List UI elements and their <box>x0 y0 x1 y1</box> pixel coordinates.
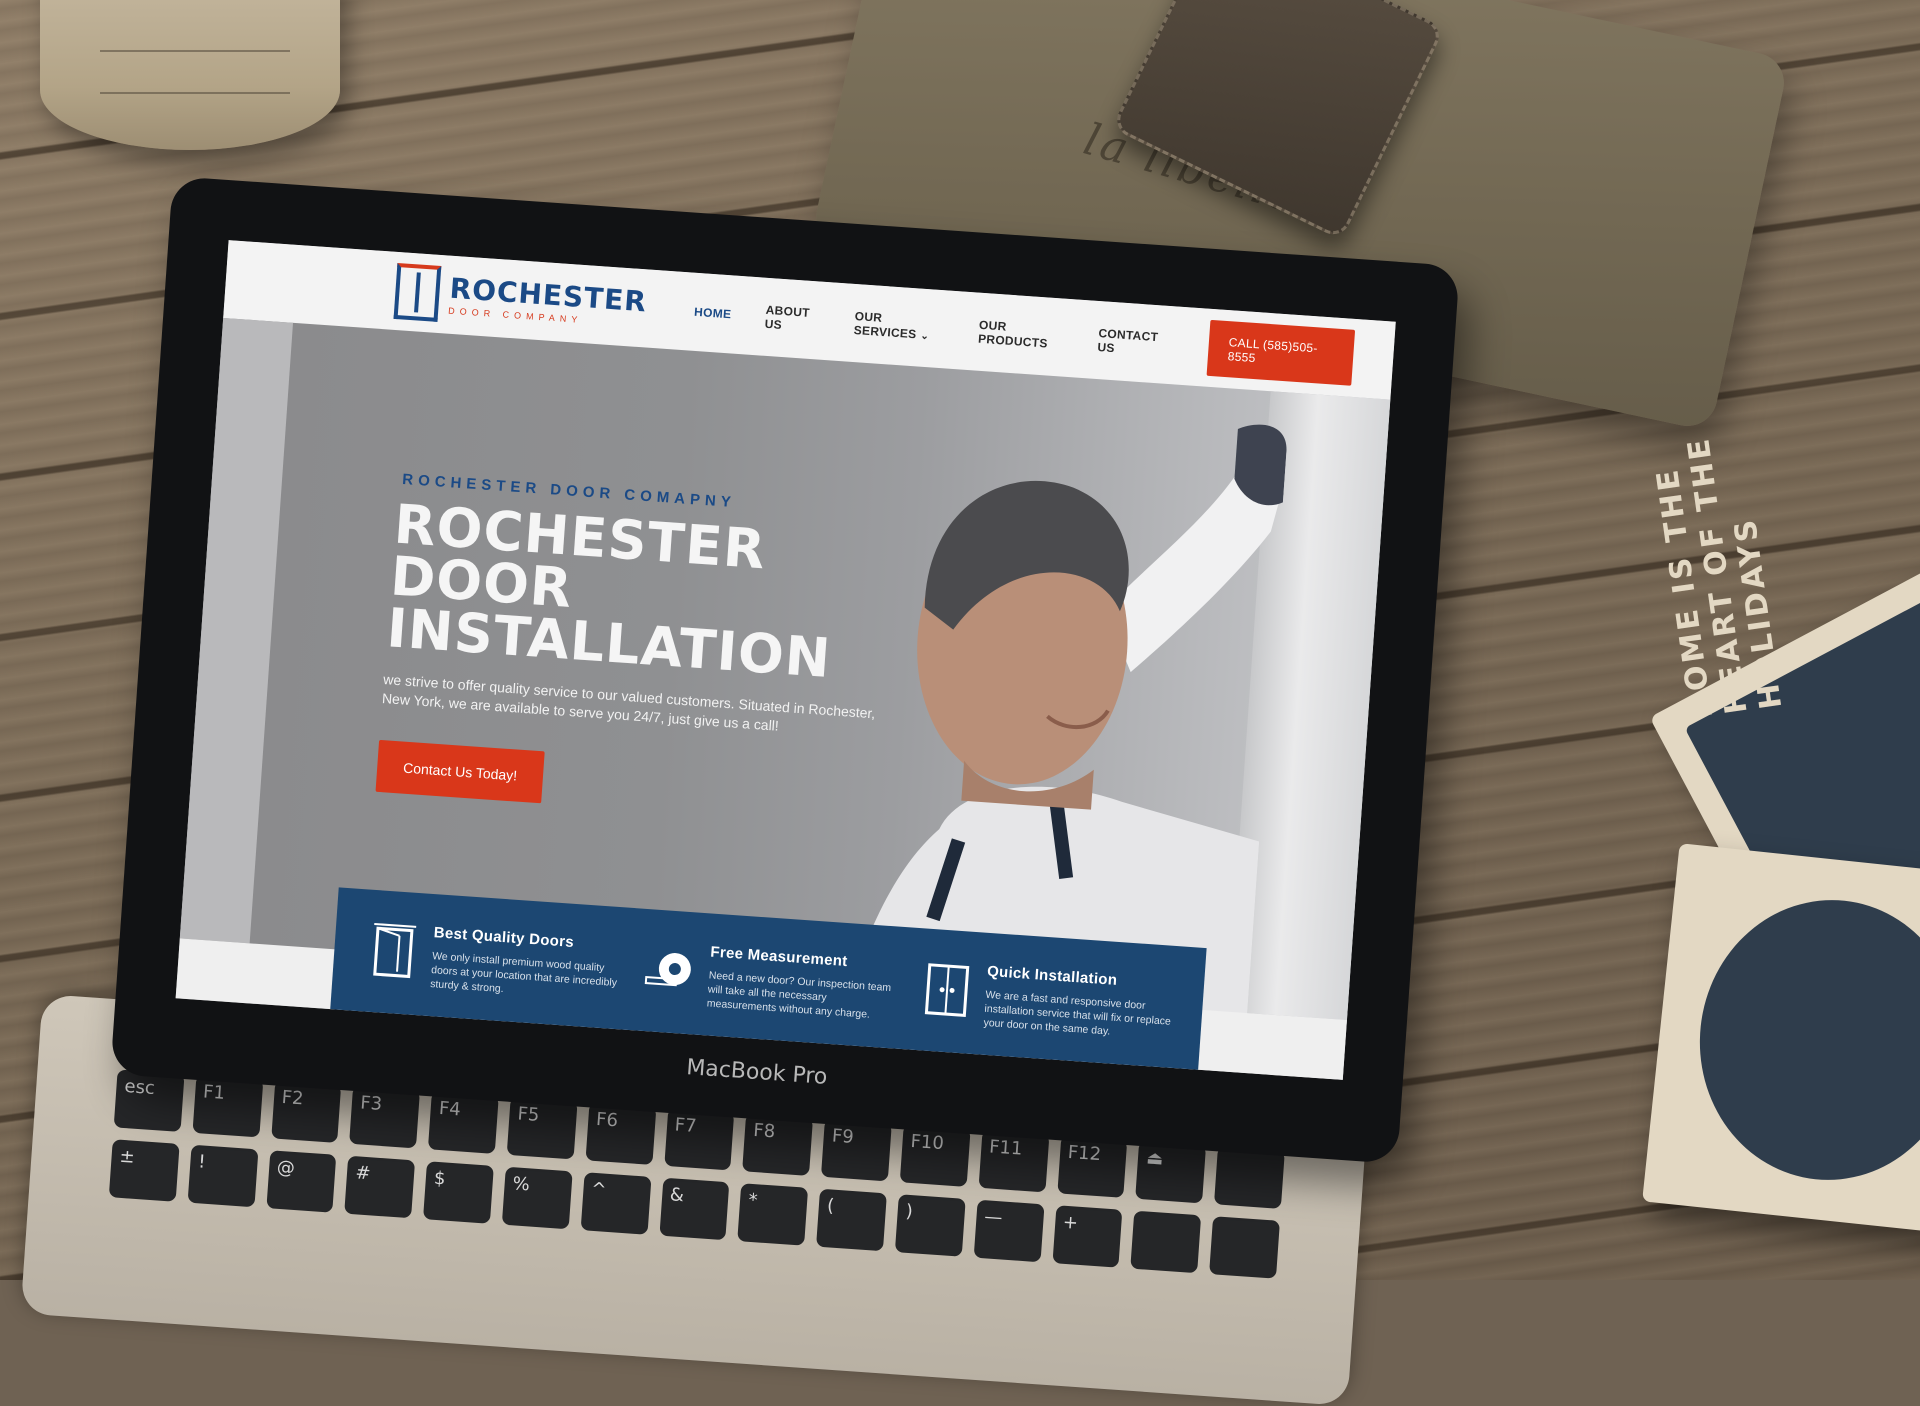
keyboard-key[interactable]: % <box>501 1166 573 1230</box>
feature-text: We are a fast and responsive door instal… <box>983 988 1172 1038</box>
feature-quality-body: Best Quality Doors We only install premi… <box>426 924 621 1057</box>
coaster-bottom <box>1642 843 1920 1237</box>
laptop-lid: ROCHESTER DOOR COMPANY HOME ABOUT US OUR… <box>110 176 1460 1164</box>
keyboard-key[interactable]: F8 <box>742 1113 814 1176</box>
nav-products[interactable]: OUR PRODUCTS <box>978 318 1065 352</box>
keyboard-key[interactable]: @ <box>265 1150 337 1213</box>
feature-installation-body: Quick Installation We are a fast and res… <box>979 963 1174 1080</box>
nav-services[interactable]: OUR SERVICES ⌄ <box>853 309 945 343</box>
hero-section: ROCHESTER DOOR COMAPNY ROCHESTER DOOR IN… <box>175 317 1391 1080</box>
feature-installation: Quick Installation We are a fast and res… <box>916 958 1175 1080</box>
keyboard-key[interactable]: ( <box>816 1188 887 1252</box>
door-icon <box>373 922 417 979</box>
hero-wall-strip <box>179 317 294 944</box>
keyboard-key[interactable]: F1 <box>192 1074 263 1138</box>
keyboard-key[interactable]: esc <box>113 1069 185 1132</box>
jar-label <box>100 50 290 94</box>
keyboard-key[interactable]: ^ <box>580 1172 652 1235</box>
keyboard-key[interactable]: F6 <box>585 1102 656 1165</box>
nav-about[interactable]: ABOUT US <box>764 303 821 335</box>
keyboard-key[interactable]: — <box>973 1199 1045 1263</box>
keyboard-key[interactable]: F11 <box>978 1129 1050 1193</box>
nav-contact[interactable]: CONTACT US <box>1097 326 1167 359</box>
chevron-down-icon: ⌄ <box>920 330 930 343</box>
website-screen: ROCHESTER DOOR COMPANY HOME ABOUT US OUR… <box>175 240 1396 1080</box>
coaster-print <box>1686 887 1920 1193</box>
feature-title: Free Measurement <box>709 943 849 971</box>
call-button[interactable]: CALL (585)505-8555 <box>1206 319 1356 386</box>
keyboard-key[interactable]: * <box>737 1183 809 1246</box>
keyboard-key[interactable]: ! <box>187 1144 259 1208</box>
main-nav: HOME ABOUT US OUR SERVICES ⌄ OUR PRODUCTS… <box>693 298 1167 359</box>
keyboard-key[interactable]: & <box>659 1177 730 1241</box>
keyboard-key[interactable]: F7 <box>663 1107 735 1171</box>
keyboard-key[interactable]: $ <box>423 1161 494 1224</box>
hero-title: ROCHESTER DOOR INSTALLATION <box>384 492 834 691</box>
feature-title: Quick Installation <box>986 962 1118 989</box>
keyboard-key[interactable]: F10 <box>899 1124 971 1187</box>
feature-measurement-body: Free Measurement Need a new door? Our in… <box>703 944 898 1077</box>
nav-home[interactable]: HOME <box>694 305 732 322</box>
keyboard-key[interactable]: F9 <box>821 1118 892 1182</box>
tin-jar <box>40 0 340 150</box>
double-door-icon <box>924 963 969 1017</box>
tape-measure-icon <box>645 953 692 987</box>
keyboard-key[interactable]: + <box>1052 1205 1123 1268</box>
keyboard-key[interactable]: ⏏ <box>1135 1140 1207 1204</box>
logo-text: ROCHESTER DOOR COMPANY <box>448 271 648 329</box>
keyboard-key[interactable]: F3 <box>349 1085 421 1149</box>
door-logo-icon <box>393 262 442 322</box>
feature-text: Need a new door? Our inspection team wil… <box>706 969 892 1021</box>
keyboard-key[interactable] <box>1214 1146 1285 1209</box>
keyboard-key[interactable]: F12 <box>1056 1135 1128 1198</box>
keyboard-key[interactable] <box>1209 1216 1280 1279</box>
keyboard-key[interactable]: F4 <box>428 1091 499 1154</box>
keyboard-key[interactable]: ) <box>894 1194 966 1257</box>
keyboard-key[interactable]: F5 <box>506 1096 578 1160</box>
keyboard-key[interactable] <box>1130 1210 1202 1274</box>
keyboard-key[interactable]: F2 <box>270 1080 342 1143</box>
site-logo[interactable]: ROCHESTER DOOR COMPANY <box>393 262 649 336</box>
keyboard-key[interactable]: # <box>344 1155 416 1219</box>
feature-text: We only install premium wood quality doo… <box>429 950 618 996</box>
keyboard-key[interactable]: ± <box>108 1139 180 1202</box>
feature-title: Best Quality Doors <box>433 924 575 951</box>
nav-services-label: OUR SERVICES <box>853 309 917 342</box>
contact-us-button[interactable]: Contact Us Today! <box>375 739 545 804</box>
